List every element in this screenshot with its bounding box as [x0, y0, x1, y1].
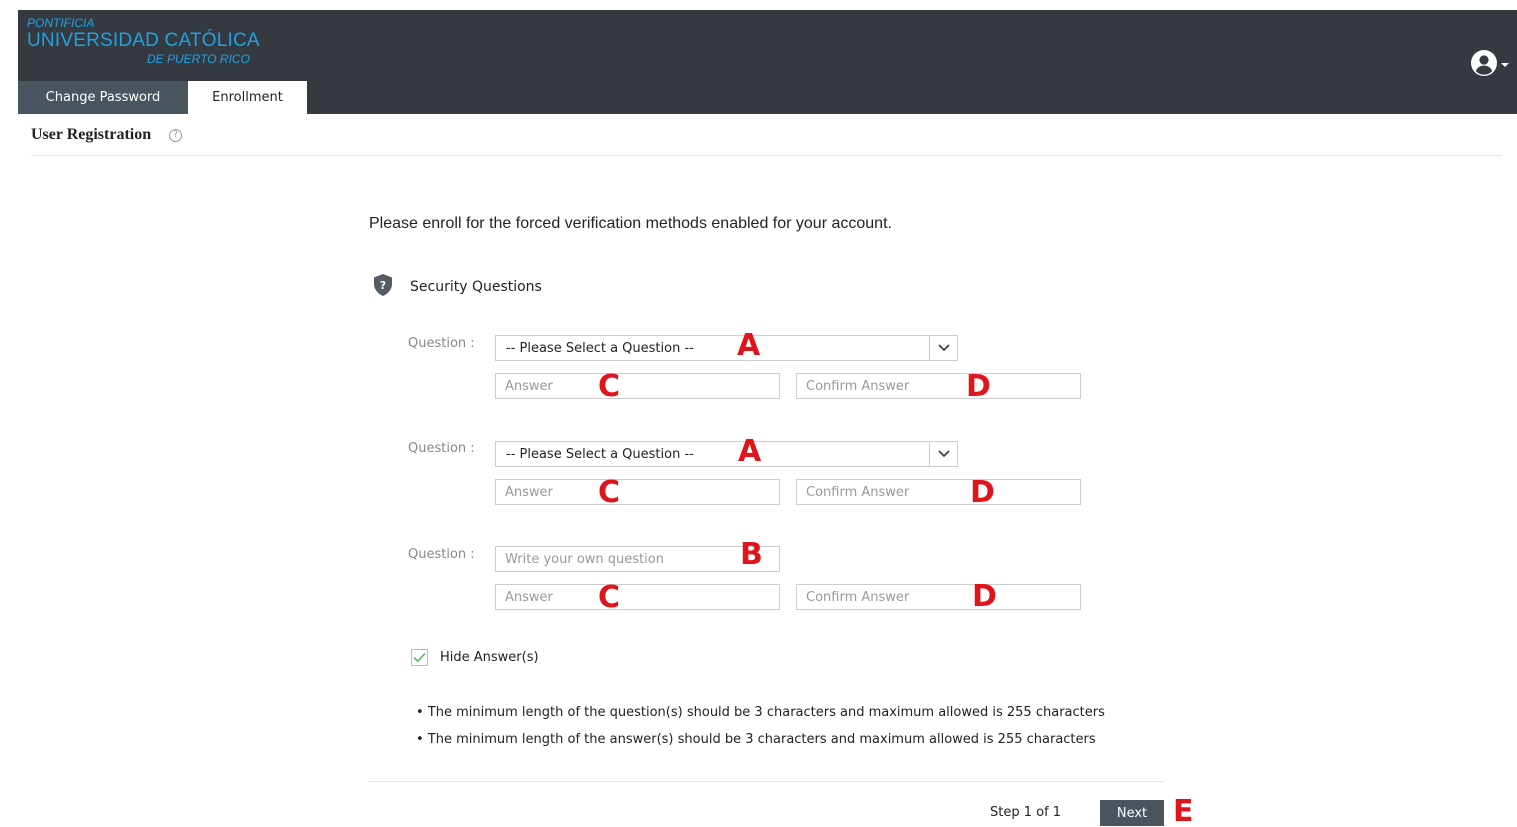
security-questions-heading: ? Security Questions — [372, 273, 542, 301]
divider — [369, 781, 1164, 782]
marker-a: A — [738, 434, 762, 469]
question-2-confirm-input[interactable] — [796, 479, 1081, 505]
question-circle-icon[interactable]: ? — [169, 128, 183, 142]
page-title-row: User Registration ? — [31, 126, 183, 144]
logo-line-3: DE PUERTO RICO — [147, 52, 250, 66]
chevron-down-icon — [929, 336, 957, 360]
question-2-label: Question : — [408, 441, 475, 456]
marker-c: C — [598, 580, 621, 615]
section-label: Security Questions — [410, 279, 542, 295]
question-2-select[interactable]: -- Please Select a Question -- — [495, 441, 958, 467]
question-1-answer-input[interactable] — [495, 373, 780, 399]
question-1-select-value: -- Please Select a Question -- — [506, 340, 694, 356]
logo-line-1: PONTIFICIA — [27, 16, 95, 30]
question-3-label: Question : — [408, 547, 475, 562]
marker-d: D — [966, 369, 991, 404]
user-circle-icon — [1471, 50, 1497, 80]
question-1-confirm-input[interactable] — [796, 373, 1081, 399]
question-1-label: Question : — [408, 336, 475, 351]
divider — [31, 155, 1502, 156]
tab-bar: Change Password Enrollment — [18, 81, 307, 114]
question-3-answer-input[interactable] — [495, 584, 780, 610]
question-2-select-value: -- Please Select a Question -- — [506, 446, 694, 462]
hide-answers-checkbox-row[interactable]: Hide Answer(s) — [411, 649, 539, 666]
question-1-select[interactable]: -- Please Select a Question -- — [495, 335, 958, 361]
marker-d: D — [970, 475, 995, 510]
hide-answers-label: Hide Answer(s) — [440, 650, 539, 665]
checkmark-icon — [413, 652, 426, 663]
step-indicator: Step 1 of 1 — [990, 805, 1062, 820]
rule-answer-length: • The minimum length of the answer(s) sh… — [416, 732, 1096, 747]
question-2-answer-input[interactable] — [495, 479, 780, 505]
marker-c: C — [598, 475, 621, 510]
tab-change-password[interactable]: Change Password — [18, 81, 188, 114]
top-header: PONTIFICIA UNIVERSIDAD CATÓLICA DE PUERT… — [18, 10, 1517, 114]
marker-e: E — [1173, 794, 1194, 827]
chevron-down-icon — [1501, 63, 1509, 67]
shield-question-icon: ? — [372, 273, 394, 301]
marker-b: B — [740, 537, 763, 572]
chevron-down-icon — [929, 442, 957, 466]
length-rules: • The minimum length of the question(s) … — [416, 699, 1105, 753]
question-3-confirm-input[interactable] — [796, 584, 1081, 610]
intro-text: Please enroll for the forced verificatio… — [369, 215, 892, 232]
marker-d: D — [972, 579, 997, 614]
tab-enrollment[interactable]: Enrollment — [188, 81, 307, 114]
own-question-input[interactable] — [495, 546, 780, 572]
university-logo: PONTIFICIA UNIVERSIDAD CATÓLICA DE PUERT… — [27, 16, 260, 66]
next-button[interactable]: Next — [1100, 800, 1164, 826]
rule-question-length: • The minimum length of the question(s) … — [416, 705, 1105, 720]
svg-text:?: ? — [380, 279, 386, 292]
marker-a: A — [737, 328, 761, 363]
logo-line-2: UNIVERSIDAD CATÓLICA — [27, 30, 260, 51]
user-menu-button[interactable] — [1471, 50, 1509, 80]
marker-c: C — [598, 369, 621, 404]
hide-answers-checkbox[interactable] — [411, 649, 428, 666]
page-title: User Registration — [31, 126, 152, 143]
